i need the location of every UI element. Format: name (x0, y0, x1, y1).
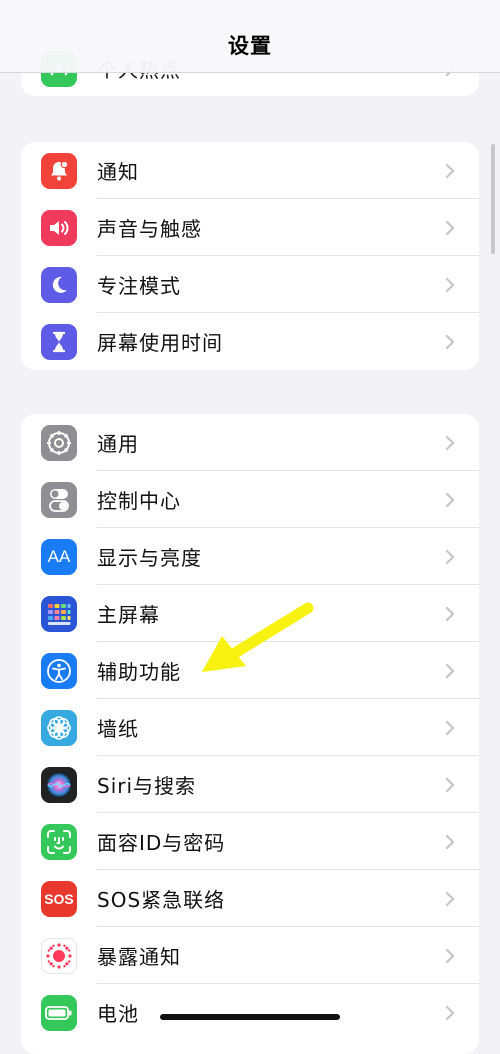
row-label: 辅助功能 (97, 660, 181, 684)
chevron-right-icon (439, 831, 461, 853)
siri-icon (41, 767, 77, 803)
home-screen-grid-icon (41, 596, 77, 632)
hourglass-icon (41, 324, 77, 360)
display-aa-icon: AA (41, 539, 77, 575)
exposure-icon (41, 938, 77, 974)
row-label: 控制中心 (97, 489, 181, 513)
speaker-icon (41, 210, 77, 246)
toggles-icon (41, 482, 77, 518)
row-label: 面容ID与密码 (97, 831, 226, 855)
chevron-right-icon (439, 489, 461, 511)
chevron-right-icon (439, 1002, 461, 1024)
row-display-brightness[interactable]: AA 显示与亮度 (21, 528, 479, 585)
navigation-bar: 设置 (0, 0, 500, 73)
moon-icon (41, 267, 77, 303)
home-indicator[interactable] (160, 1014, 340, 1020)
chevron-right-icon (439, 603, 461, 625)
row-label: 暴露通知 (97, 945, 181, 969)
settings-group-general: 通用 控制中心 AA 显示与亮度 主屏幕 辅助功能 墙纸 Siri与搜索 面容I… (21, 414, 479, 1054)
row-face-id-passcode[interactable]: 面容ID与密码 (21, 813, 479, 870)
row-emergency-sos[interactable]: SOS SOS紧急联络 (21, 870, 479, 927)
chevron-right-icon (439, 774, 461, 796)
chevron-right-icon (439, 217, 461, 239)
row-label: SOS紧急联络 (97, 888, 226, 912)
row-label: 通用 (97, 432, 139, 456)
chevron-right-icon (439, 274, 461, 296)
accessibility-icon (41, 653, 77, 689)
aa-glyph: AA (47, 547, 71, 566)
settings-group-notifications: 通知 声音与触感 专注模式 屏幕使用时间 (21, 142, 479, 370)
row-general[interactable]: 通用 (21, 414, 479, 471)
scroll-indicator[interactable] (491, 144, 495, 254)
chevron-right-icon (439, 888, 461, 910)
row-label: 显示与亮度 (97, 546, 202, 570)
chevron-right-icon (439, 660, 461, 682)
row-label: 专注模式 (97, 274, 181, 298)
face-id-icon (41, 824, 77, 860)
row-label: Siri与搜索 (97, 774, 197, 798)
row-label: 通知 (97, 160, 139, 184)
row-label: 主屏幕 (97, 603, 160, 627)
row-control-center[interactable]: 控制中心 (21, 471, 479, 528)
flower-icon (41, 710, 77, 746)
row-battery[interactable]: 电池 (21, 984, 479, 1041)
chevron-right-icon (439, 945, 461, 967)
row-notifications[interactable]: 通知 (21, 142, 479, 199)
sos-glyph: SOS (44, 891, 74, 907)
row-exposure-notifications[interactable]: 暴露通知 (21, 927, 479, 984)
annotation-arrow-icon (202, 602, 314, 672)
bell-icon (41, 153, 77, 189)
row-siri-search[interactable]: Siri与搜索 (21, 756, 479, 813)
row-label: 墙纸 (97, 717, 139, 741)
row-label: 声音与触感 (97, 217, 202, 241)
row-label: 屏幕使用时间 (97, 331, 223, 355)
chevron-right-icon (439, 160, 461, 182)
battery-icon (41, 995, 77, 1031)
chevron-right-icon (439, 432, 461, 454)
chevron-right-icon (439, 717, 461, 739)
row-screen-time[interactable]: 屏幕使用时间 (21, 313, 479, 370)
chevron-right-icon (439, 331, 461, 353)
gear-icon (41, 425, 77, 461)
sos-icon: SOS (41, 881, 77, 917)
chevron-right-icon (439, 546, 461, 568)
row-wallpaper[interactable]: 墙纸 (21, 699, 479, 756)
row-label: 电池 (97, 1002, 139, 1026)
row-focus[interactable]: 专注模式 (21, 256, 479, 313)
page-title: 设置 (228, 34, 272, 58)
row-sounds-haptics[interactable]: 声音与触感 (21, 199, 479, 256)
